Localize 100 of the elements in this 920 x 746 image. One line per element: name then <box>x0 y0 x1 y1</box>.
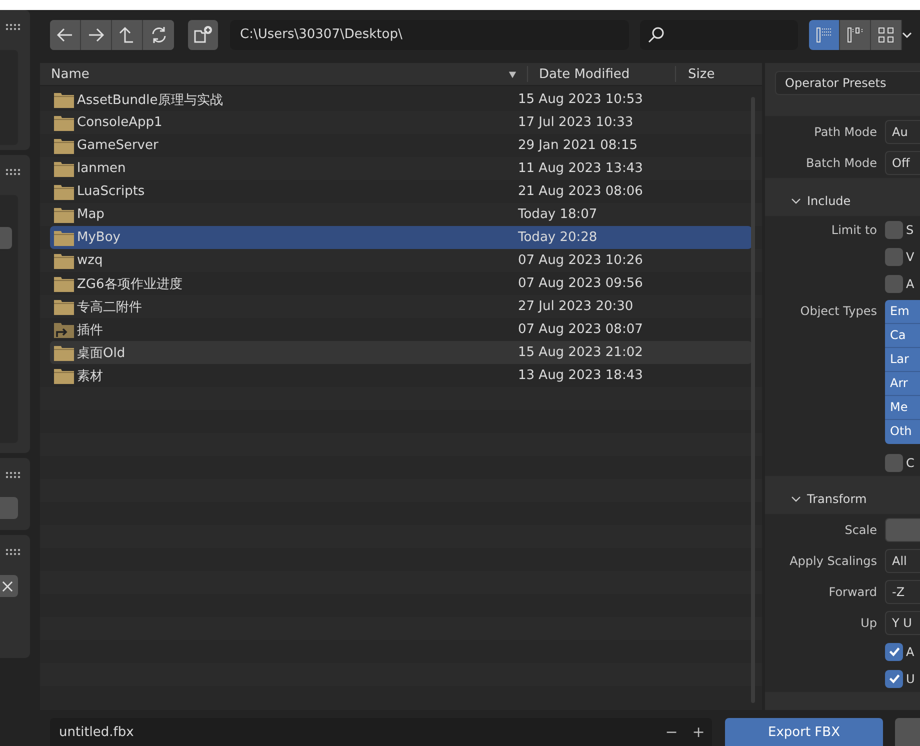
check-icon <box>888 645 900 658</box>
file-name: GameServer <box>76 138 160 153</box>
close-button[interactable] <box>0 575 18 597</box>
checkbox[interactable] <box>885 642 903 660</box>
file-name: LuaScripts <box>76 184 146 199</box>
checkbox-label: U <box>906 672 915 686</box>
folder-icon <box>54 252 74 268</box>
export-button[interactable]: Export FBX <box>725 718 883 746</box>
increment-button[interactable]: + <box>685 723 712 741</box>
filename-text: untitled.fbx <box>59 724 135 740</box>
checkbox[interactable] <box>885 454 903 472</box>
columns-view-icon <box>845 25 865 45</box>
grip-icon[interactable] <box>6 24 20 30</box>
search-field[interactable] <box>640 20 798 50</box>
folder-icon <box>54 184 74 200</box>
property-label: Path Mode <box>814 124 877 138</box>
grip-icon[interactable] <box>6 169 20 175</box>
list-view-button[interactable] <box>809 20 840 50</box>
file-name: 桌面Old <box>76 344 126 362</box>
filename-field[interactable]: untitled.fbx − + <box>50 718 712 746</box>
file-date: 13 Aug 2023 18:43 <box>518 368 643 383</box>
folder-icon <box>54 138 74 154</box>
file-name: AssetBundle原理与实战 <box>76 92 224 108</box>
close-icon <box>2 580 13 592</box>
grip-icon[interactable] <box>6 472 20 478</box>
file-date: 17 Jul 2023 10:33 <box>518 115 634 130</box>
new-folder-icon <box>193 25 213 45</box>
decrement-button[interactable]: − <box>658 723 685 741</box>
toggle-button[interactable]: Arr <box>885 372 920 396</box>
dropdown[interactable]: Off <box>885 150 920 174</box>
toggle-button[interactable]: Oth <box>885 420 920 444</box>
property-label: Limit to <box>831 222 877 236</box>
checkbox[interactable] <box>885 220 903 238</box>
file-date: 27 Jul 2023 20:30 <box>518 299 634 314</box>
check-icon <box>888 672 900 685</box>
file-date: 07 Aug 2023 10:26 <box>518 253 643 268</box>
file-name: 素材 <box>76 368 104 384</box>
grip-icon[interactable] <box>6 549 20 555</box>
file-name: MyBoy <box>76 230 122 245</box>
toggle-button[interactable]: Ca <box>885 324 920 348</box>
folder-icon <box>54 160 74 176</box>
file-name: ZG6各项作业进度 <box>76 276 184 292</box>
file-name: 专高二附件 <box>76 298 143 316</box>
property-label: Forward <box>828 584 877 598</box>
property-label: Up <box>860 616 877 630</box>
folder-icon <box>54 368 74 384</box>
toggle-button[interactable]: Em <box>885 300 920 324</box>
folder-icon <box>54 206 74 222</box>
search-icon <box>646 25 666 45</box>
checkbox-label: A <box>906 644 914 658</box>
file-date: 15 Aug 2023 21:02 <box>518 345 643 360</box>
file-name: ConsoleApp1 <box>76 115 164 130</box>
number-field[interactable] <box>885 518 920 542</box>
file-date: 21 Aug 2023 08:06 <box>518 184 643 199</box>
folder-icon <box>54 344 74 360</box>
folder-icon <box>54 92 74 108</box>
property-label: Apply Scalings <box>790 554 877 568</box>
file-name: Map <box>76 207 106 222</box>
column-title[interactable]: Date Modified <box>539 66 630 82</box>
column-title[interactable]: Name <box>51 66 90 82</box>
file-date: 29 Jan 2021 08:15 <box>518 138 638 153</box>
sort-icon[interactable] <box>508 70 517 78</box>
column-title[interactable]: Size <box>688 66 715 82</box>
dropdown[interactable]: All <box>885 548 920 572</box>
folder-icon <box>54 276 74 292</box>
property-label: Object Types <box>800 304 877 318</box>
folder-icon <box>54 114 74 130</box>
section-title: Include <box>807 194 851 208</box>
chevron-icon <box>902 30 912 40</box>
new-folder-button[interactable] <box>188 20 218 50</box>
presets-dropdown[interactable]: Operator Presets <box>775 71 920 95</box>
file-name: lanmen <box>76 161 127 176</box>
checkbox-label: V <box>906 250 914 264</box>
list-view-icon <box>814 25 834 45</box>
file-row[interactable]: 桌面Old 15 Aug 2023 21:02 <box>50 341 752 364</box>
section-title: Transform <box>807 492 867 506</box>
toggle-button[interactable]: Me <box>885 396 920 420</box>
path-field[interactable]: C:\Users\30307\Desktop\ <box>230 20 629 50</box>
folder-icon <box>54 298 74 314</box>
file-date: 07 Aug 2023 08:07 <box>518 322 643 337</box>
dropdown[interactable]: Y U <box>885 610 920 634</box>
back-button[interactable] <box>50 20 81 50</box>
folder-icon <box>54 230 74 246</box>
checkbox[interactable] <box>885 274 903 292</box>
grid-view-button[interactable] <box>871 20 902 50</box>
file-date: Today 20:28 <box>518 230 598 245</box>
file-name: wzq <box>76 253 104 268</box>
file-date: Today 18:07 <box>518 207 598 222</box>
file-name: 插件 <box>76 322 104 338</box>
file-date: 07 Aug 2023 09:56 <box>518 276 643 291</box>
folder-shortcut-icon <box>54 322 74 338</box>
property-label: Scale <box>844 522 877 536</box>
dropdown[interactable]: -Z <box>885 580 920 604</box>
checkbox[interactable] <box>885 248 903 266</box>
columns-view-button[interactable] <box>840 20 871 50</box>
dropdown[interactable]: Au <box>885 120 920 144</box>
checkbox-label: C <box>906 456 914 470</box>
toggle-button[interactable]: Lar <box>885 348 920 372</box>
file-row[interactable]: MyBoy Today 20:28 <box>50 226 752 249</box>
checkbox[interactable] <box>885 670 903 688</box>
